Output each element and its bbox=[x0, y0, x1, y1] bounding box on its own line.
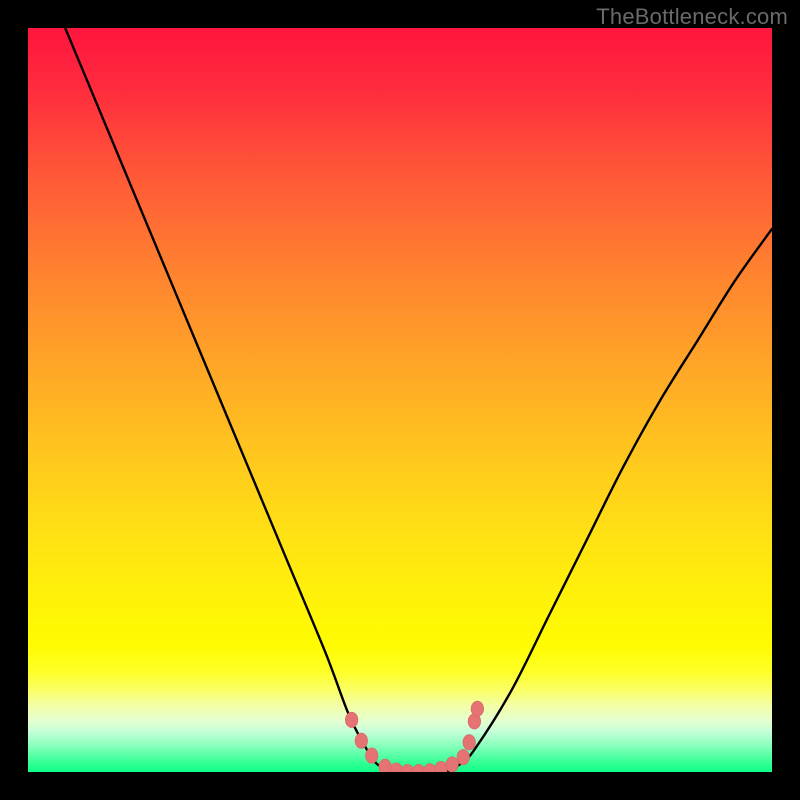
curve-marker bbox=[471, 701, 483, 716]
curve-marker bbox=[463, 735, 475, 750]
curve-marker bbox=[390, 763, 402, 772]
curve-marker bbox=[366, 748, 378, 763]
curve-marker bbox=[457, 750, 469, 765]
curve-marker bbox=[345, 712, 357, 727]
curve-marker bbox=[355, 733, 367, 748]
chart-frame: TheBottleneck.com bbox=[0, 0, 800, 800]
curve-marker bbox=[379, 759, 391, 772]
curve-marker bbox=[401, 764, 413, 772]
bottleneck-curve-path bbox=[65, 28, 772, 772]
curve-marker bbox=[435, 761, 447, 772]
curve-marker bbox=[446, 757, 458, 772]
curve-markers bbox=[345, 701, 483, 772]
curve-marker bbox=[412, 764, 424, 772]
watermark-text: TheBottleneck.com bbox=[596, 4, 788, 30]
bottleneck-curve-svg bbox=[28, 28, 772, 772]
plot-area bbox=[28, 28, 772, 772]
curve-marker bbox=[424, 764, 436, 772]
